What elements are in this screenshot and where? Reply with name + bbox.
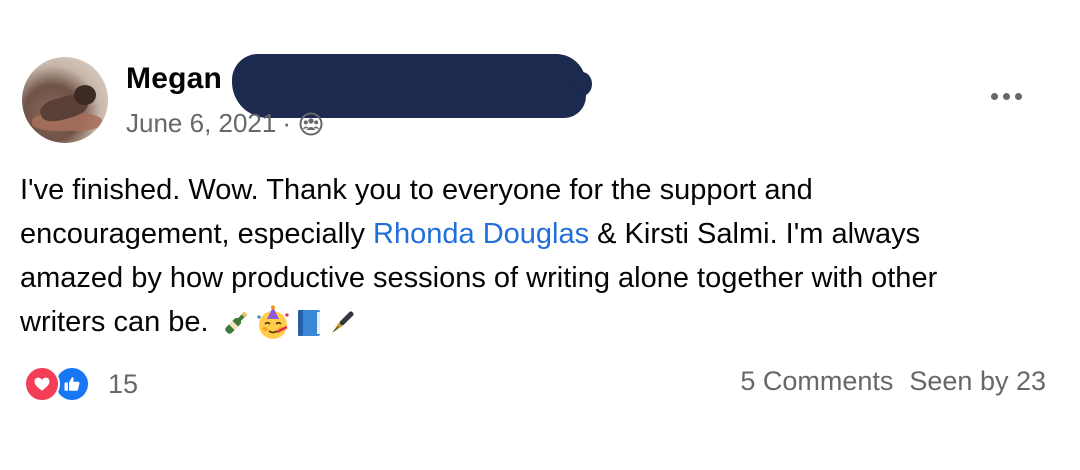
group-icon[interactable]: [299, 112, 323, 136]
post-card: Megan June 6, 2021 · I've finished. Wow.…: [0, 0, 1080, 470]
more-dot: [1014, 92, 1022, 100]
champagne-bottle-icon: [224, 312, 247, 335]
avatar[interactable]: [22, 57, 108, 143]
post-stats: 5 Comments Seen by 23: [740, 366, 1046, 397]
more-dot: [990, 92, 998, 100]
post-meta: June 6, 2021 ·: [126, 108, 323, 139]
more-dot: [1002, 92, 1010, 100]
post-body: I've finished. Wow. Thank you to everyon…: [20, 168, 1020, 344]
mention-link[interactable]: Rhonda Douglas: [373, 218, 589, 250]
author-name[interactable]: Megan: [126, 62, 222, 96]
love-icon: [24, 366, 60, 402]
more-options-icon[interactable]: [982, 82, 1030, 110]
heart-glyph: [34, 377, 50, 391]
post-date[interactable]: June 6, 2021: [126, 108, 276, 139]
thumbs-up-glyph: [64, 377, 80, 391]
reactions-summary[interactable]: 15: [24, 366, 138, 402]
avatar-shape: [74, 85, 96, 105]
fountain-pen-icon: [331, 311, 354, 334]
seen-by-link[interactable]: Seen by 23: [909, 366, 1046, 397]
reaction-count: 15: [108, 368, 139, 399]
meta-separator: ·: [282, 108, 292, 138]
comments-link[interactable]: 5 Comments: [740, 366, 893, 397]
blue-book-icon: [297, 310, 320, 337]
party-face-icon: [257, 305, 289, 340]
